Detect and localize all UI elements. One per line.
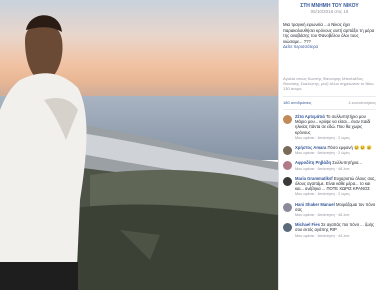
- comment-item: Ζέτα Αρτεμάτιά Το συλλυπητήριο μου Μάριο…: [283, 114, 376, 141]
- comment-text: Πόσο εμφανή 😢 😢 😢: [327, 144, 372, 150]
- comment-item: Michael Fies Σε αγαπάς πιο πόνο ... ζωής…: [283, 222, 376, 239]
- comment-body: Hani Shaker Manuel Μοιράζομαι τον πόνο σ…: [295, 202, 376, 219]
- avatar[interactable]: [283, 202, 292, 212]
- comment-body: Michael Fies Σε αγαπάς πιο πόνο ... ζωής…: [295, 222, 376, 239]
- post-body: Μια τραγική ειρωνεία ...ο Νίκος έχει παρ…: [283, 22, 375, 44]
- comment-item: Αφροδίτη Ρηβάδη Συλλυπητήρια... Μου αρέσε…: [283, 160, 376, 171]
- comment-meta[interactable]: Μου αρέσει · Απάντηση · 2 ώρες: [295, 192, 376, 197]
- comment-item: Χρήστος Αmara Πόσο εμφανή 😢 😢 😢 Μου αρέσε…: [283, 145, 376, 156]
- avatar[interactable]: [283, 176, 292, 186]
- comment-body: Χρήστος Αmara Πόσο εμφανή 😢 😢 😢 Μου αρέσε…: [295, 145, 376, 156]
- comment-body: Αφροδίτη Ρηβάδη Συλλυπητήρια... Μου αρέσε…: [295, 160, 376, 171]
- avatar[interactable]: [283, 223, 292, 233]
- comment-meta[interactable]: Μου αρέσει · Απάντηση · 2 ώρες: [295, 136, 376, 141]
- comment-meta[interactable]: Μου αρέσει · Απάντηση · 44 λεπ: [295, 234, 376, 239]
- comment-body: Ζέτα Αρτεμάτιά Το συλλυπητήριο μου Μάριο…: [295, 114, 376, 141]
- comment-item: Hani Shaker Manuel Μοιράζομαι τον πόνο σ…: [283, 202, 376, 219]
- see-more-link[interactable]: Δείτε περισσότερα: [283, 44, 376, 50]
- comment-text: Συλλυπητήρια...: [332, 160, 362, 166]
- post-panel: ΣΤΗ ΜΝΗΜΗ ΤΟΥ ΝΙΚΟΥ 05/10/2016 στις 16 Μ…: [278, 0, 380, 290]
- post-photo[interactable]: [0, 0, 278, 290]
- reactions-count[interactable]: 180 αντιδράσεις: [283, 100, 311, 105]
- comment-meta[interactable]: Μου αρέσει · Απάντηση · 46 λεπ: [295, 213, 376, 218]
- avatar[interactable]: [283, 114, 292, 124]
- post-tags: Αγαλία στους Κωστής Φανούρης Μπαλτάδος, …: [283, 75, 375, 91]
- comment-meta[interactable]: Μου αρέσει · Απάντηση · 48 λεπ: [295, 167, 376, 172]
- comment-author[interactable]: Αφροδίτη Ρηβάδη: [295, 160, 331, 165]
- comment-list: Ζέτα Αρτεμάτιά Το συλλυπητήριο μου Μάριο…: [283, 114, 376, 239]
- avatar[interactable]: [283, 161, 292, 171]
- divider: [283, 108, 376, 110]
- post-date[interactable]: 05/10/2016 στις 16: [283, 9, 376, 15]
- comment-author[interactable]: Χρήστος Αmara: [295, 145, 326, 150]
- avatar[interactable]: [283, 145, 292, 155]
- comment-meta[interactable]: Μου αρέσει · Απάντηση · 2 ώρες: [295, 151, 376, 156]
- shares-count[interactable]: 4 κοινοποιήσεις: [348, 100, 376, 105]
- comment-item: Maria Grammatiksf Ευχαριστώ όλους σας, ό…: [283, 176, 376, 198]
- post-text: Μια τραγική ειρωνεία ...ο Νίκος έχει παρ…: [283, 22, 376, 50]
- comment-body: Maria Grammatiksf Ευχαριστώ όλους σας, ό…: [295, 176, 376, 198]
- reactions-row: 180 αντιδράσεις 4 κοινοποιήσεις: [283, 95, 376, 105]
